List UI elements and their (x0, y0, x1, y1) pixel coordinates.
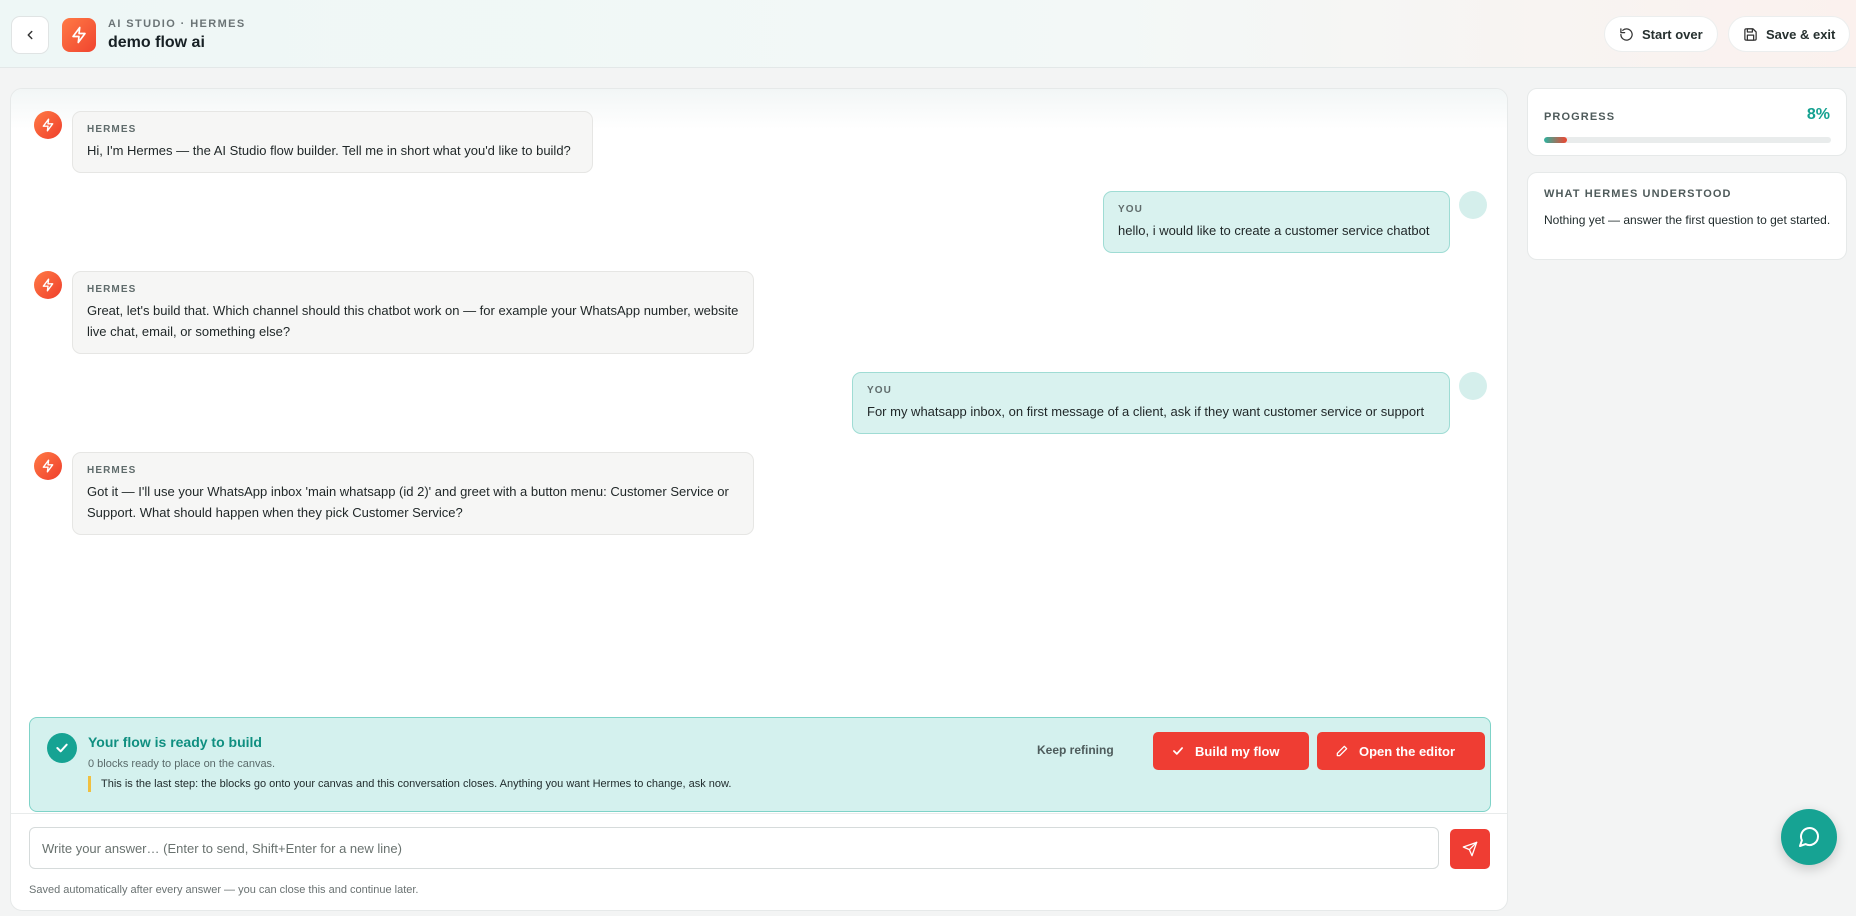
message-text: Hi, I'm Hermes — the AI Studio flow buil… (87, 143, 571, 158)
check-icon (1173, 747, 1183, 755)
keep-refining-button[interactable]: Keep refining (1037, 743, 1114, 757)
save-icon (1744, 27, 1757, 41)
message-sender: HERMES (87, 124, 137, 135)
build-flow-label: Build my flow (1195, 743, 1280, 759)
progress-fill (1544, 137, 1567, 143)
user-avatar (1459, 372, 1487, 400)
save-exit-label: Save & exit (1766, 26, 1836, 42)
build-flow-button[interactable]: Build my flow (1153, 732, 1309, 770)
bolt-logo-icon (62, 18, 96, 52)
message-sender: HERMES (87, 465, 137, 476)
ready-note: This is the last step: the blocks go ont… (88, 776, 731, 792)
back-button[interactable] (11, 16, 49, 54)
message-text: hello, i would like to create a customer… (1118, 223, 1430, 238)
message-sender: HERMES (87, 284, 137, 295)
message-bubble: YOU hello, i would like to create a cust… (1103, 191, 1450, 253)
open-editor-label: Open the editor (1359, 743, 1456, 759)
answer-input[interactable] (29, 827, 1439, 869)
top-bar: AI STUDIO · HERMES demo flow ai Start ov… (0, 0, 1856, 68)
ready-subtitle: 0 blocks ready to place on the canvas. (88, 758, 276, 770)
message-bubble: HERMES Hi, I'm Hermes — the AI Studio fl… (72, 111, 593, 173)
flow-ready-card: Your flow is ready to build 0 blocks rea… (29, 717, 1491, 812)
hermes-avatar (34, 452, 62, 480)
chat-panel: HERMES Hi, I'm Hermes — the AI Studio fl… (10, 88, 1508, 911)
message-sender: YOU (867, 385, 892, 396)
chat-support-button[interactable] (1781, 809, 1837, 865)
understood-text: Nothing yet — answer the first question … (1544, 213, 1831, 227)
autosave-note: Saved automatically after every answer —… (29, 884, 419, 896)
hermes-avatar (34, 111, 62, 139)
message-text: For my whatsapp inbox, on first message … (867, 404, 1425, 419)
progress-card: PROGRESS 8% (1527, 88, 1847, 156)
start-over-button[interactable]: Start over (1604, 16, 1718, 52)
progress-label: PROGRESS (1544, 111, 1616, 123)
divider (11, 813, 1507, 814)
chat-bubble-icon (1799, 827, 1819, 847)
check-icon (47, 733, 77, 763)
open-editor-button[interactable]: Open the editor (1317, 732, 1485, 770)
app-subtitle: AI STUDIO · HERMES (108, 18, 246, 30)
user-avatar (1459, 191, 1487, 219)
send-icon (1462, 841, 1478, 857)
rotate-icon (1620, 27, 1633, 41)
bolt-icon (42, 278, 54, 292)
understood-card: WHAT HERMES UNDERSTOOD Nothing yet — ans… (1527, 172, 1847, 260)
send-button[interactable] (1450, 829, 1490, 869)
hermes-avatar (34, 271, 62, 299)
flow-title: demo flow ai (108, 34, 205, 51)
start-over-label: Start over (1642, 26, 1703, 42)
understood-label: WHAT HERMES UNDERSTOOD (1544, 188, 1732, 200)
bolt-icon (42, 118, 54, 132)
message-sender: YOU (1118, 204, 1143, 215)
save-exit-button[interactable]: Save & exit (1728, 16, 1851, 52)
message-text: Great, let's build that. Which channel s… (87, 303, 739, 339)
message-text: Got it — I'll use your WhatsApp inbox 'm… (87, 484, 729, 520)
progress-bar (1544, 137, 1831, 143)
pencil-icon (1336, 745, 1348, 757)
chevron-left-icon (27, 30, 33, 40)
progress-value: 8% (1806, 106, 1830, 123)
ready-title: Your flow is ready to build (88, 734, 262, 750)
message-bubble: HERMES Great, let's build that. Which ch… (72, 271, 754, 354)
bolt-icon (42, 459, 54, 473)
message-bubble: HERMES Got it — I'll use your WhatsApp i… (72, 452, 754, 535)
message-bubble: YOU For my whatsapp inbox, on first mess… (852, 372, 1450, 434)
